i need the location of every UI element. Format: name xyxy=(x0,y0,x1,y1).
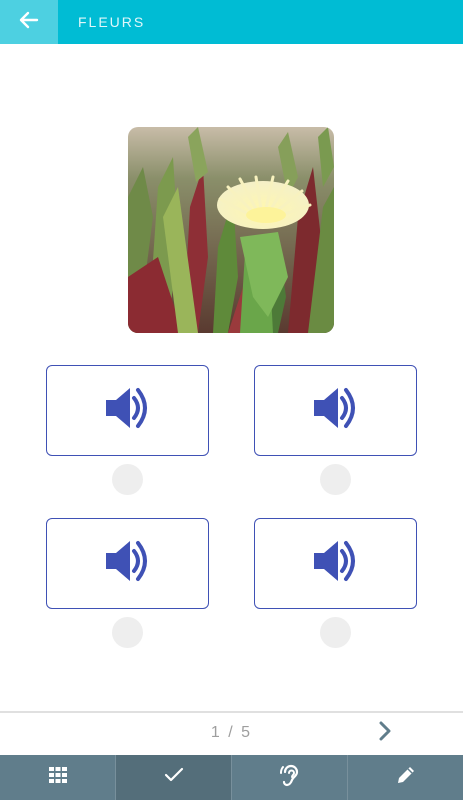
arrow-left-icon xyxy=(19,10,39,35)
check-icon xyxy=(164,767,184,788)
grid-icon xyxy=(48,767,67,788)
speaker-icon xyxy=(312,386,360,435)
next-button[interactable] xyxy=(372,720,398,746)
sound-option-1[interactable] xyxy=(46,365,209,456)
option-1-radio[interactable] xyxy=(112,464,143,495)
tab-grid[interactable] xyxy=(0,755,116,800)
speaker-icon xyxy=(312,539,360,588)
option-4-radio[interactable] xyxy=(320,617,351,648)
option-3-radio[interactable] xyxy=(112,617,143,648)
back-button[interactable] xyxy=(0,0,58,44)
tab-check[interactable] xyxy=(116,755,232,800)
flower-image xyxy=(128,127,334,333)
sound-option-2[interactable] xyxy=(254,365,417,456)
divider xyxy=(0,711,463,713)
tab-hearing[interactable] xyxy=(232,755,348,800)
option-2-radio[interactable] xyxy=(320,464,351,495)
sound-option-3[interactable] xyxy=(46,518,209,609)
app-header: FLEURS xyxy=(0,0,463,44)
chevron-right-icon xyxy=(378,721,392,746)
page-title: FLEURS xyxy=(78,14,146,30)
bottom-nav xyxy=(0,755,463,800)
speaker-icon xyxy=(104,386,152,435)
hearing-icon xyxy=(279,763,300,792)
pencil-icon xyxy=(396,765,416,790)
speaker-icon xyxy=(104,539,152,588)
tab-edit[interactable] xyxy=(348,755,463,800)
sound-option-4[interactable] xyxy=(254,518,417,609)
